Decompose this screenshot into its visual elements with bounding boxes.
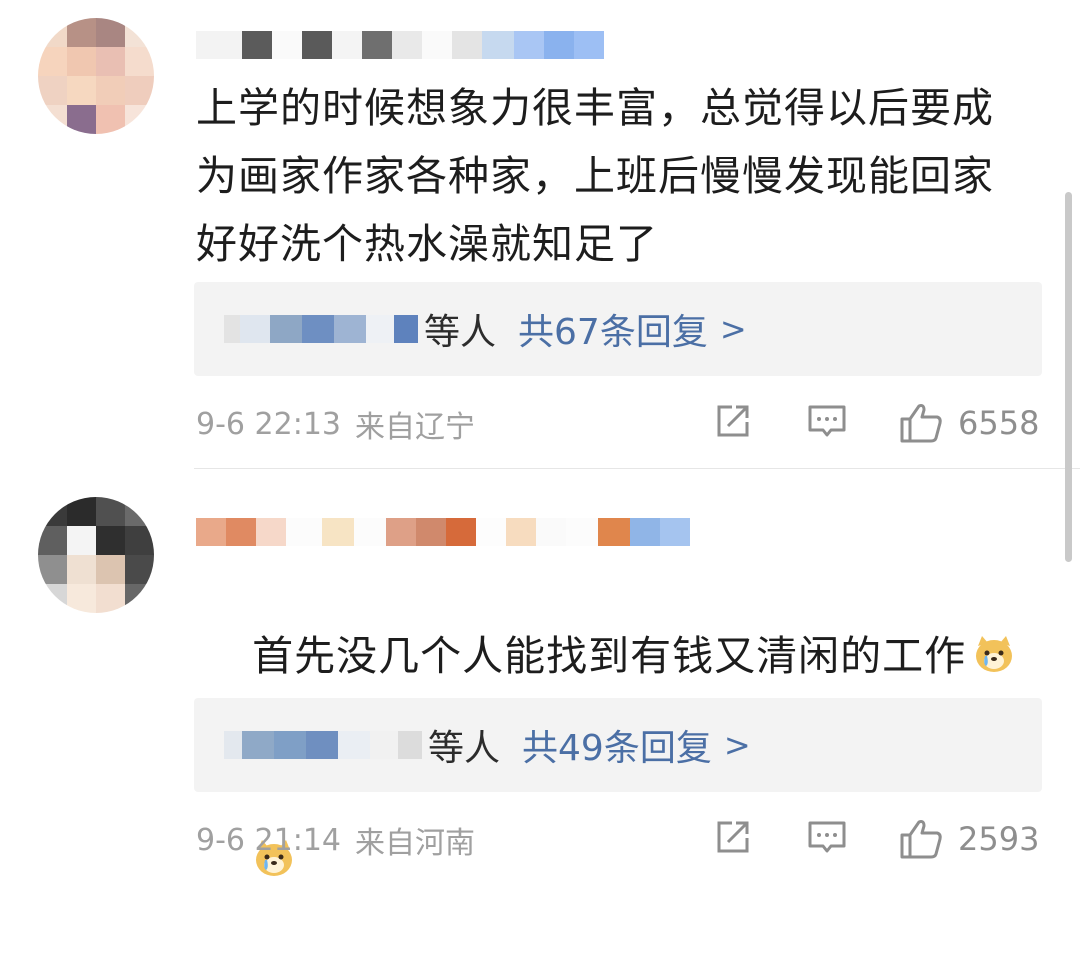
share-icon[interactable] — [712, 816, 754, 858]
chevron-right-icon: > — [719, 310, 747, 348]
comment-text-content: 首先没几个人能找到有钱又清闲的工作 — [252, 632, 967, 680]
share-icon[interactable] — [712, 400, 754, 442]
thumbs-up-icon[interactable] — [898, 400, 944, 446]
comment-item: 首先没几个人能找到有钱又清闲的工作 等人 共49条回复 > 9-6 21:14 … — [0, 470, 1080, 876]
scrollbar[interactable] — [1065, 192, 1072, 562]
divider — [194, 468, 1080, 469]
reply-usernames-blurred — [224, 731, 422, 759]
reply-count-label: 共49条回复 — [522, 728, 712, 769]
comment-actions: 6558 — [712, 400, 1042, 448]
reply-suffix: 等人 — [428, 728, 501, 769]
comment-meta: 9-6 22:13 来自辽宁 — [196, 402, 475, 446]
thumbs-up-icon[interactable] — [898, 816, 944, 862]
comment-location: 来自辽宁 — [355, 410, 475, 445]
like-count: 6558 — [958, 404, 1040, 442]
reply-usernames-blurred — [224, 315, 418, 343]
comment-meta: 9-6 21:14 来自河南 — [196, 818, 475, 862]
like-count: 2593 — [958, 820, 1040, 858]
username-blurred[interactable] — [196, 31, 604, 59]
reply-count-link[interactable]: 共49条回复 > — [522, 719, 751, 771]
comment-date: 9-6 21:14 — [196, 822, 341, 858]
username-blurred[interactable] — [196, 518, 690, 546]
reply-count-label: 共67条回复 — [518, 312, 708, 353]
comment-location: 来自河南 — [355, 826, 475, 861]
avatar[interactable] — [38, 497, 154, 613]
comment-actions: 2593 — [712, 816, 1042, 864]
reply-suffix: 等人 — [424, 312, 497, 353]
reply-summary[interactable]: 等人 共67条回复 > — [194, 282, 1042, 376]
reply-count-link[interactable]: 共67条回复 > — [518, 303, 747, 355]
comment-date: 9-6 22:13 — [196, 406, 341, 442]
chevron-right-icon: > — [723, 726, 751, 764]
comment-text: 上学的时候想象力很丰富，总觉得以后要成为画家作家各种家，上班后慢慢发现能回家好好… — [196, 84, 994, 268]
comment-item: 上学的时候想象力很丰富，总觉得以后要成为画家作家各种家，上班后慢慢发现能回家好好… — [0, 0, 1080, 468]
comment-icon[interactable] — [806, 400, 848, 442]
reply-summary[interactable]: 等人 共49条回复 > — [194, 698, 1042, 792]
crying-dog-emoji-icon — [976, 636, 1013, 672]
comment-icon[interactable] — [806, 816, 848, 858]
avatar[interactable] — [38, 18, 154, 134]
